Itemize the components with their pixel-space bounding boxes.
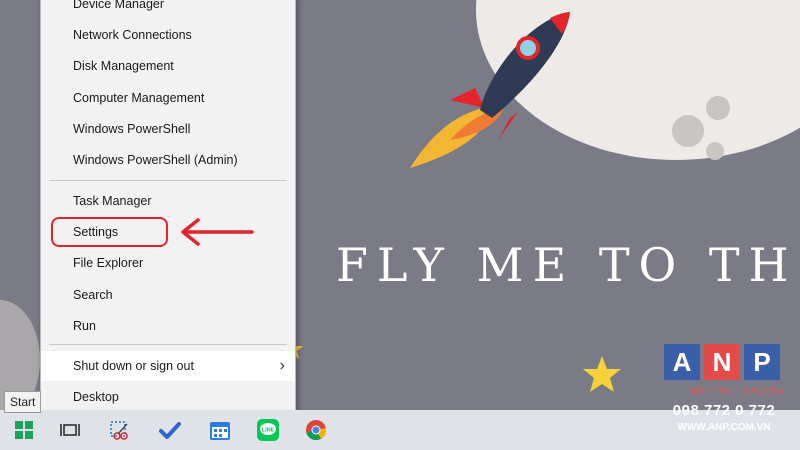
- windows-start-icon[interactable]: [12, 418, 36, 442]
- anp-watermark-logo: A N P MÁY TÍNH - CAMERA 098 772 0 772 WW…: [664, 344, 784, 436]
- line-app-icon[interactable]: LINE: [256, 418, 280, 442]
- anp-phone: 098 772 0 772: [672, 402, 776, 419]
- menu-item-device-manager[interactable]: Device Manager: [41, 0, 295, 19]
- menu-item-file-explorer[interactable]: File Explorer: [41, 248, 295, 278]
- wallpaper-headline: FLY ME TO THE M: [336, 238, 800, 292]
- todo-check-icon[interactable]: [158, 418, 182, 442]
- menu-item-label: File Explorer: [73, 256, 144, 270]
- menu-separator: [49, 180, 287, 181]
- svg-text:LINE: LINE: [262, 428, 275, 434]
- anp-letter-p: P: [744, 344, 780, 380]
- chevron-right-icon: ›: [279, 357, 285, 374]
- menu-item-run[interactable]: Run: [41, 311, 295, 341]
- moon-crater: [706, 142, 724, 160]
- menu-item-label: Computer Management: [73, 91, 205, 105]
- menu-item-label: Disk Management: [73, 59, 174, 73]
- menu-item-network-connections[interactable]: Network Connections: [41, 20, 295, 50]
- menu-item-shut-down-or-sign-out[interactable]: Shut down or sign out ›: [41, 351, 295, 381]
- menu-item-disk-management[interactable]: Disk Management: [41, 51, 295, 81]
- menu-item-search[interactable]: Search: [41, 280, 295, 310]
- annotation-arrow-icon: [181, 218, 254, 246]
- star-illustration: [583, 356, 621, 392]
- menu-separator: [49, 344, 287, 345]
- calendar-icon[interactable]: [208, 418, 232, 442]
- menu-item-label: Device Manager: [73, 0, 165, 11]
- settings-highlight-box: [51, 217, 168, 247]
- menu-item-task-manager[interactable]: Task Manager: [41, 186, 295, 216]
- menu-item-label: Search: [73, 288, 113, 302]
- menu-item-desktop[interactable]: Desktop: [41, 382, 295, 412]
- start-tooltip: Start: [4, 391, 42, 413]
- menu-item-label: Run: [73, 319, 96, 333]
- anp-subtitle: MÁY TÍNH - CAMERA: [689, 386, 784, 397]
- chrome-icon[interactable]: [304, 418, 328, 442]
- menu-item-label: Windows PowerShell (Admin): [73, 153, 238, 167]
- menu-item-label: Desktop: [73, 390, 119, 404]
- moon-crater: [706, 96, 730, 120]
- menu-item-windows-powershell-admin[interactable]: Windows PowerShell (Admin): [41, 145, 295, 175]
- power-user-menu: Device Manager Network Connections Disk …: [40, 0, 296, 420]
- snipping-tool-icon[interactable]: [108, 418, 132, 442]
- moon-crater: [672, 115, 704, 147]
- menu-item-label: Shut down or sign out: [73, 359, 194, 373]
- menu-item-computer-management[interactable]: Computer Management: [41, 83, 295, 113]
- rocket-illustration: [410, 12, 570, 168]
- anp-letter-a: A: [664, 344, 700, 380]
- anp-website: WWW.ANP.COM.VN: [677, 422, 771, 433]
- menu-item-label: Windows PowerShell: [73, 122, 191, 136]
- menu-item-label: Task Manager: [73, 194, 152, 208]
- task-view-icon[interactable]: [58, 418, 82, 442]
- menu-item-label: Network Connections: [73, 28, 192, 42]
- anp-letter-n: N: [704, 344, 740, 380]
- menu-item-windows-powershell[interactable]: Windows PowerShell: [41, 114, 295, 144]
